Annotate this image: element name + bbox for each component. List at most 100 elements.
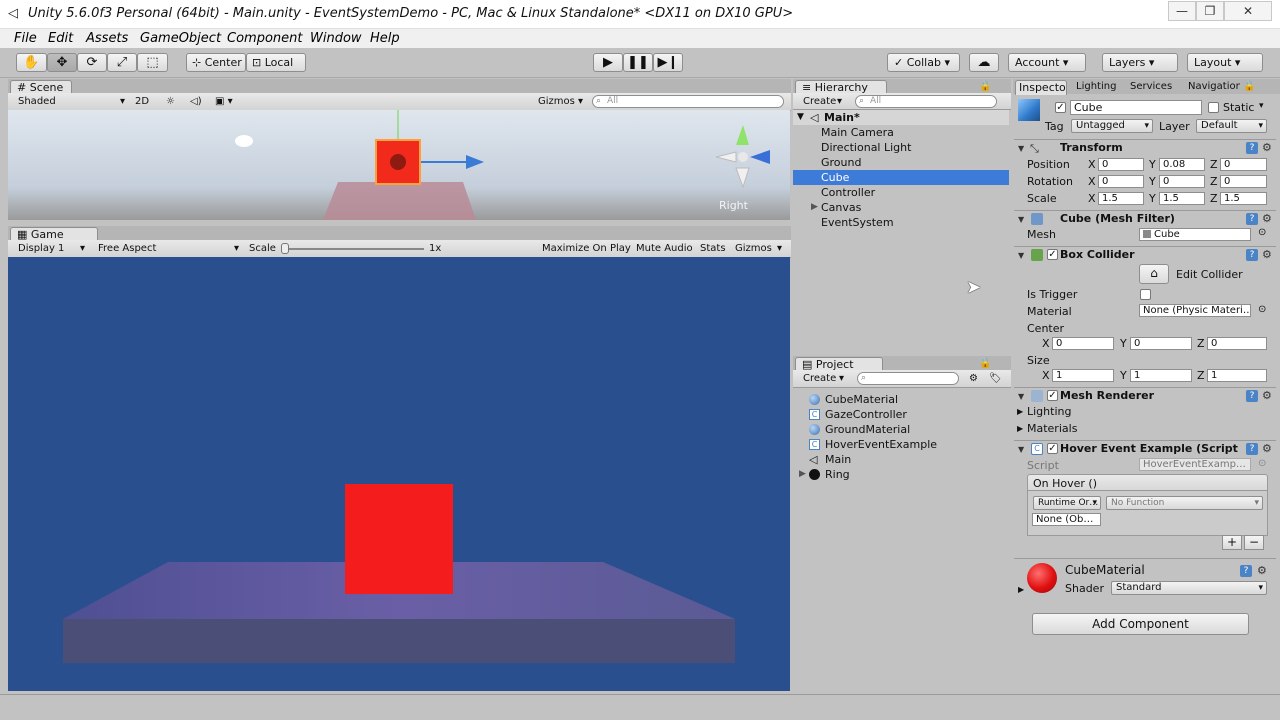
fold-arrow-icon[interactable]: ▶ <box>1018 585 1024 594</box>
tab-inspector[interactable]: Inspector <box>1015 80 1067 95</box>
minimize-button[interactable]: — <box>1168 1 1196 21</box>
scene-search-input[interactable]: ⌕ All <box>592 95 784 108</box>
size-y-input[interactable]: 1 <box>1130 369 1192 382</box>
position-y-input[interactable]: 0.08 <box>1159 158 1205 171</box>
collab-dropdown[interactable]: ✓ Collab ▾ <box>887 53 960 72</box>
project-item[interactable]: C GazeController <box>793 407 1009 422</box>
audio-toggle-icon[interactable]: ◁) <box>190 96 202 107</box>
hierarchy-item[interactable]: Controller <box>793 185 1009 200</box>
hand-tool-button[interactable]: ✋ <box>16 53 47 72</box>
menu-assets[interactable]: Assets <box>86 31 128 46</box>
is-trigger-checkbox[interactable] <box>1140 289 1151 300</box>
scene-viewport[interactable]: Right <box>8 110 790 220</box>
2d-toggle[interactable]: 2D <box>135 96 149 107</box>
scale-slider-track[interactable] <box>284 248 424 250</box>
tab-services[interactable]: Services <box>1130 81 1186 92</box>
box-collider-component-header[interactable]: ▼ ✓ Box Collider ? ⚙ <box>1014 246 1276 263</box>
edit-collider-button[interactable]: ⌂ <box>1139 264 1169 284</box>
step-button[interactable]: ▶❙ <box>653 53 683 72</box>
transform-component-header[interactable]: ▼ ⤡ Transform ? ⚙ <box>1014 139 1276 156</box>
tag-dropdown[interactable]: Untagged <box>1071 119 1153 133</box>
project-lock-icon[interactable]: 🔒 <box>979 358 991 369</box>
tab-navigation[interactable]: Navigation <box>1188 81 1240 92</box>
light-toggle-icon[interactable]: ☼ <box>166 96 175 107</box>
menu-gameobject[interactable]: GameObject <box>140 31 221 46</box>
physic-material-field[interactable]: None (Physic Materi… <box>1139 304 1251 317</box>
mesh-filter-component-header[interactable]: ▼ Cube (Mesh Filter) ? ⚙ <box>1014 210 1276 227</box>
size-x-input[interactable]: 1 <box>1052 369 1114 382</box>
pivot-center-button[interactable]: ⊹ Center <box>186 53 246 72</box>
hierarchy-item[interactable]: Ground <box>793 155 1009 170</box>
rotation-y-input[interactable]: 0 <box>1159 175 1205 188</box>
rotation-z-input[interactable]: 0 <box>1220 175 1267 188</box>
stats-toggle[interactable]: Stats <box>700 243 726 254</box>
hierarchy-search-input[interactable]: ⌕ All <box>855 95 997 108</box>
project-item[interactable]: ▶ Ring <box>793 467 1009 482</box>
rect-tool-button[interactable]: ⬚ <box>137 53 168 72</box>
gear-icon[interactable]: ⚙ <box>1262 212 1272 225</box>
active-checkbox[interactable]: ✓ <box>1055 102 1066 113</box>
menu-file[interactable]: File <box>14 31 37 46</box>
help-icon[interactable]: ? <box>1246 390 1258 402</box>
add-listener-button[interactable]: + <box>1222 535 1242 550</box>
add-component-button[interactable]: Add Component <box>1032 613 1249 635</box>
maximize-button[interactable]: ❐ <box>1196 1 1224 21</box>
scale-tool-button[interactable]: ⤢ <box>107 53 137 72</box>
close-button[interactable]: ✕ <box>1224 1 1272 21</box>
tab-lighting[interactable]: Lighting <box>1076 81 1116 92</box>
mesh-renderer-enabled-checkbox[interactable]: ✓ <box>1047 390 1058 401</box>
mesh-renderer-component-header[interactable]: ▼ ✓ Mesh Renderer ? ⚙ <box>1014 387 1276 404</box>
center-y-input[interactable]: 0 <box>1130 337 1192 350</box>
filter-by-label-icon[interactable]: 🏷 <box>989 373 1002 384</box>
object-picker-icon[interactable]: ⊙ <box>1258 227 1266 238</box>
static-checkbox[interactable] <box>1208 102 1219 113</box>
center-x-input[interactable]: 0 <box>1052 337 1114 350</box>
hierarchy-item[interactable]: Directional Light <box>793 140 1009 155</box>
object-picker-icon[interactable]: ⊙ <box>1258 304 1266 315</box>
scale-slider-thumb[interactable] <box>281 243 289 254</box>
menu-help[interactable]: Help <box>370 31 400 46</box>
help-icon[interactable]: ? <box>1246 142 1258 154</box>
box-collider-enabled-checkbox[interactable]: ✓ <box>1047 249 1058 260</box>
play-button[interactable]: ▶ <box>593 53 623 72</box>
rotate-tool-button[interactable]: ⟳ <box>77 53 107 72</box>
position-x-input[interactable]: 0 <box>1098 158 1144 171</box>
layout-dropdown[interactable]: Layout ▾ <box>1187 53 1263 72</box>
shader-dropdown[interactable]: Standard <box>1111 581 1267 595</box>
account-dropdown[interactable]: Account ▾ <box>1008 53 1086 72</box>
inspector-lock-icon[interactable]: 🔒 <box>1243 81 1255 92</box>
project-item[interactable]: ◁ Main <box>793 452 1009 467</box>
function-dropdown[interactable]: No Function <box>1106 496 1263 510</box>
hover-script-component-header[interactable]: ▼ C ✓ Hover Event Example (Script) ? ⚙ <box>1014 440 1276 457</box>
remove-listener-button[interactable]: − <box>1244 535 1264 550</box>
event-target-object-field[interactable]: None (Ob… <box>1032 513 1101 526</box>
project-item[interactable]: C HoverEventExample <box>793 437 1009 452</box>
help-icon[interactable]: ? <box>1246 213 1258 225</box>
size-z-input[interactable]: 1 <box>1207 369 1267 382</box>
project-create-dropdown[interactable]: Create <box>803 373 836 384</box>
game-viewport[interactable] <box>8 257 790 691</box>
project-item[interactable]: CubeMaterial <box>793 392 1009 407</box>
shading-dropdown[interactable]: Shaded <box>18 96 56 107</box>
layer-dropdown[interactable]: Default <box>1196 119 1267 133</box>
filter-by-type-icon[interactable]: ⚙ <box>969 373 978 384</box>
gear-icon[interactable]: ⚙ <box>1262 389 1272 402</box>
hover-script-enabled-checkbox[interactable]: ✓ <box>1047 443 1058 454</box>
lock-icon[interactable]: 🔒 <box>979 81 991 92</box>
menu-component[interactable]: Component <box>227 31 302 46</box>
scale-z-input[interactable]: 1.5 <box>1220 192 1267 205</box>
gear-icon[interactable]: ⚙ <box>1262 442 1272 455</box>
fold-arrow-icon[interactable]: ▶ <box>1017 407 1023 416</box>
layers-dropdown[interactable]: Layers ▾ <box>1102 53 1178 72</box>
scene-root-item[interactable]: ▼ ◁ Main* <box>793 110 1009 125</box>
runtime-mode-dropdown[interactable]: Runtime Or… <box>1033 496 1101 510</box>
object-name-input[interactable]: Cube <box>1070 100 1202 115</box>
scene-gizmos-dropdown[interactable]: Gizmos <box>538 96 575 107</box>
menu-window[interactable]: Window <box>310 31 362 46</box>
mute-audio-toggle[interactable]: Mute Audio <box>636 243 693 254</box>
move-tool-button[interactable]: ✥ <box>47 53 77 72</box>
scale-x-input[interactable]: 1.5 <box>1098 192 1144 205</box>
mesh-object-field[interactable]: Cube <box>1139 228 1251 241</box>
game-gizmos-dropdown[interactable]: Gizmos <box>735 243 772 254</box>
display-dropdown[interactable]: Display 1 <box>18 243 64 254</box>
